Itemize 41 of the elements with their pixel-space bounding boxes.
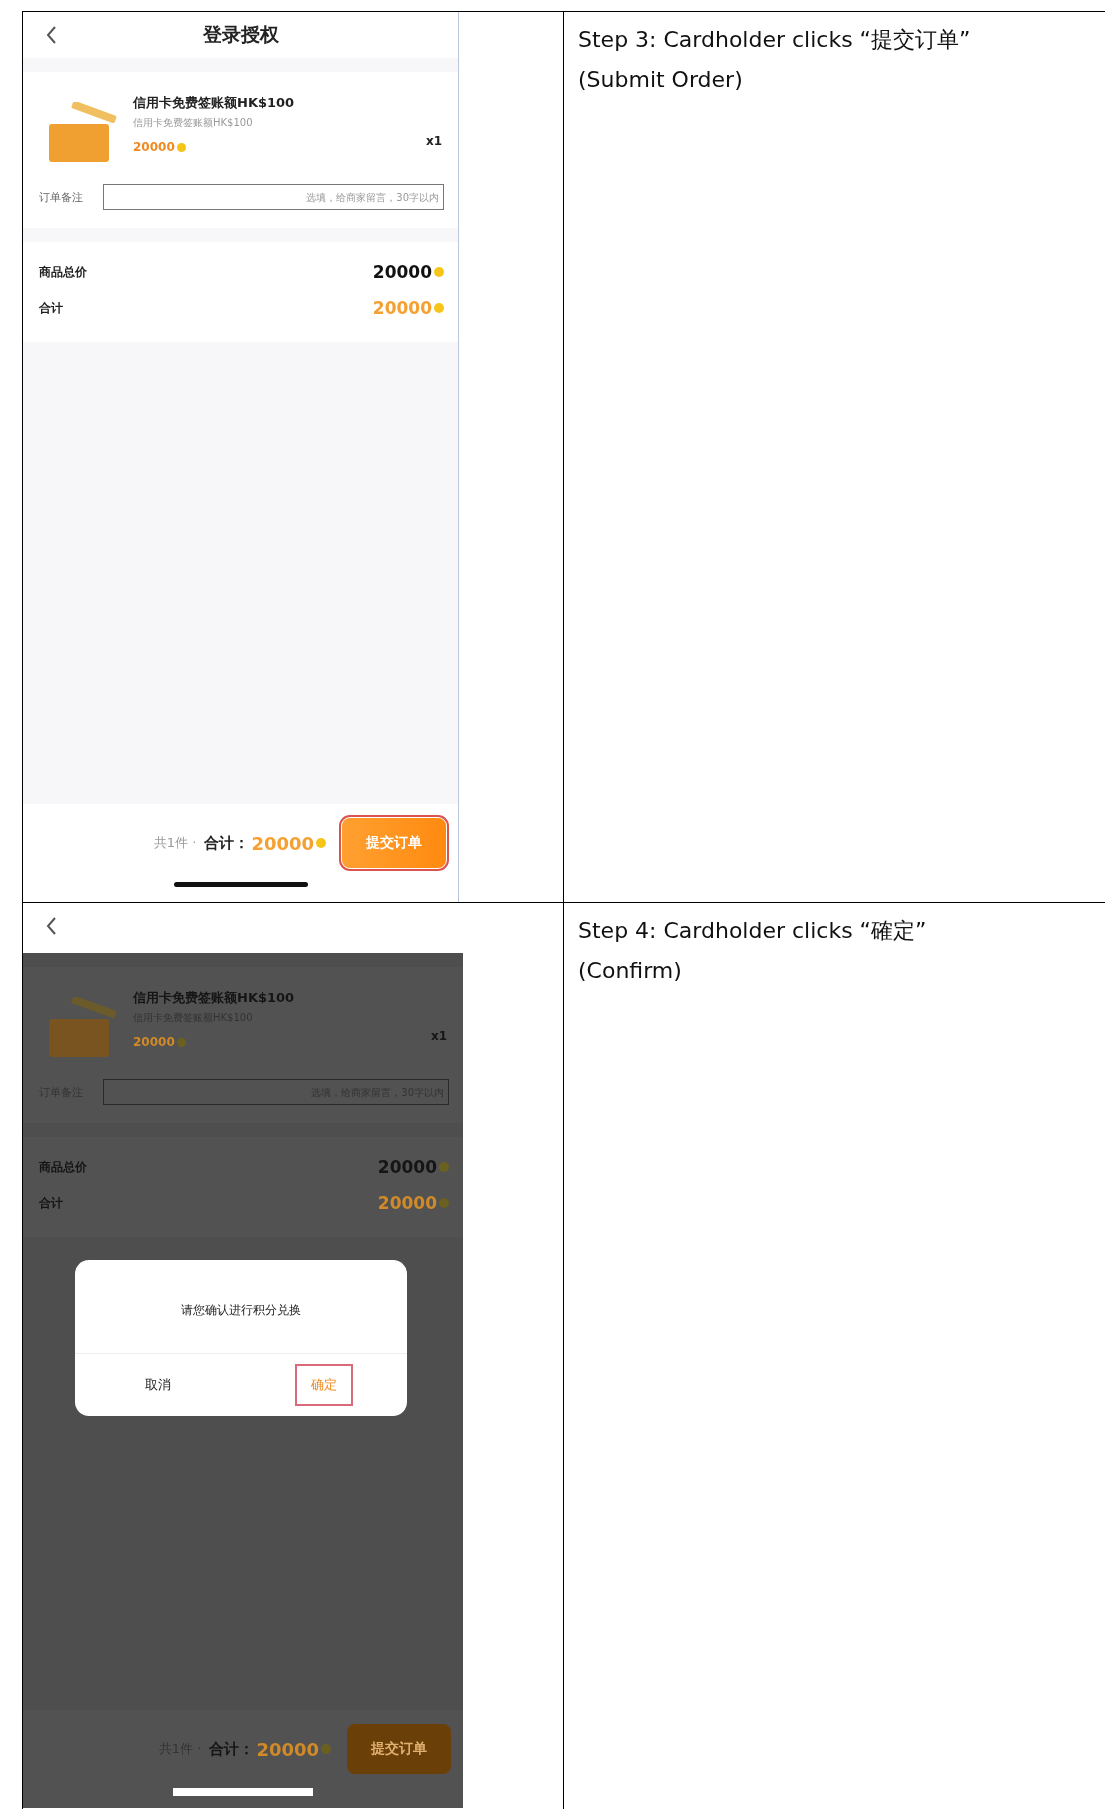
total-amount: 20000 (256, 1738, 319, 1760)
step-description: Step 4: Cardholder clicks “確定” (578, 917, 928, 945)
step-note: (Submit Order) (578, 66, 744, 94)
step-note: (Confirm) (578, 957, 683, 985)
total-label: 合计： (209, 1739, 255, 1759)
coin-icon (316, 838, 326, 848)
product-description: 信用卡免费签账额HK$100 (133, 116, 254, 130)
quantity: x1 (425, 134, 442, 148)
summary-value: 20000 (377, 1157, 437, 1177)
product-price: 20000 (133, 1035, 175, 1049)
summary-value: 20000 (372, 262, 432, 282)
product-name: 信用卡免费签账额HK$100 (133, 989, 296, 1007)
summary-label: 商品总价 (39, 1158, 87, 1176)
page-title: 登录授权 (202, 22, 279, 47)
coin-icon (434, 303, 444, 313)
step-description: Step 3: Cardholder clicks “提交订单” (578, 26, 972, 54)
submit-order-button[interactable]: 提交订单 (347, 1724, 451, 1774)
back-icon[interactable] (45, 916, 57, 936)
cancel-button[interactable]: 取消 (131, 1366, 185, 1404)
summary-label: 合计 (39, 299, 63, 317)
coin-icon (434, 267, 444, 277)
coin-icon (176, 142, 186, 152)
summary-label: 商品总价 (39, 263, 87, 281)
back-icon[interactable] (45, 25, 57, 45)
total-amount: 20000 (251, 832, 314, 854)
product-price: 20000 (133, 140, 175, 154)
confirm-button[interactable]: 确定 (297, 1366, 351, 1404)
total-label: 合计： (204, 833, 250, 853)
product-name: 信用卡免费签账额HK$100 (133, 94, 296, 112)
summary-value: 20000 (377, 1193, 437, 1213)
dialog-message: 请您确认进行积分兑换 (180, 1302, 302, 1319)
summary-label: 合计 (39, 1194, 63, 1212)
coin-icon (439, 1198, 449, 1208)
quantity: x1 (430, 1029, 447, 1043)
coin-icon (439, 1162, 449, 1172)
summary-value: 20000 (372, 298, 432, 318)
remark-label: 订单备注 (39, 189, 83, 205)
coin-icon (176, 1037, 186, 1047)
remark-field[interactable]: 选填，给商家留言，30字以内 (103, 184, 444, 210)
coin-icon (321, 1744, 331, 1754)
item-count: 共1件 · (153, 834, 197, 852)
